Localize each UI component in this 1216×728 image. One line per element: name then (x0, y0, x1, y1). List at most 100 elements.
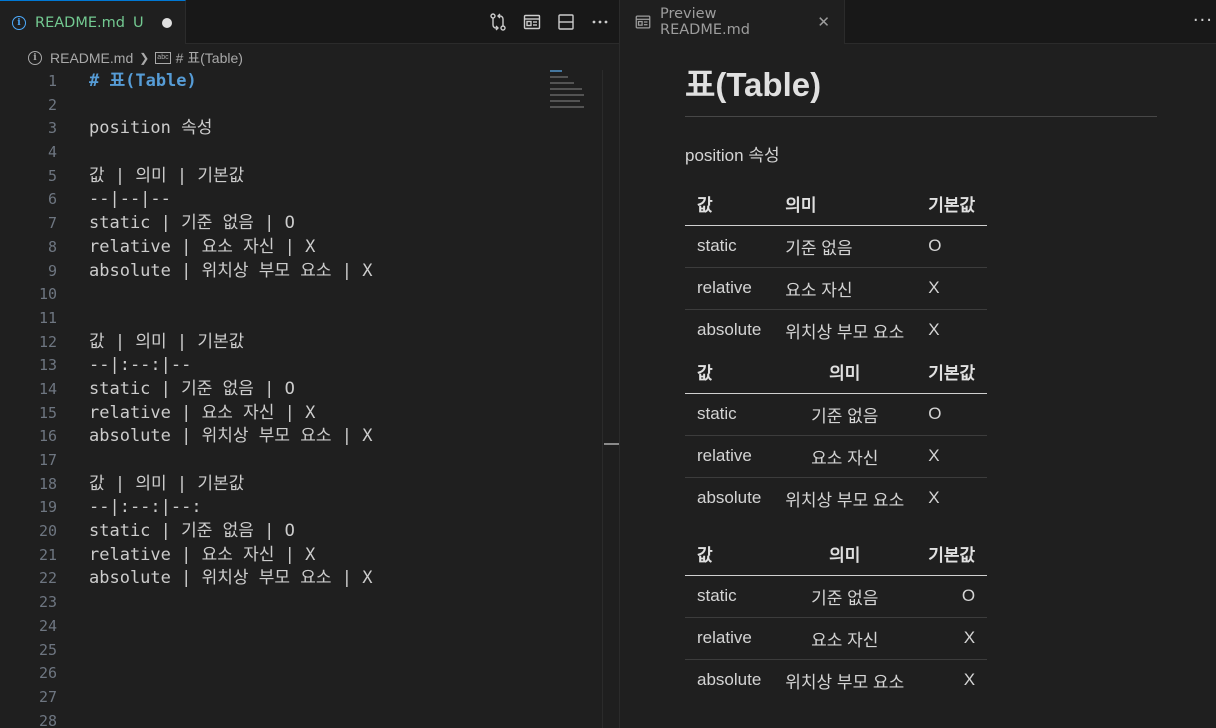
code-line[interactable]: 19 --|:--:|--: (0, 496, 600, 520)
table-cell: static (685, 393, 774, 436)
table-row: static 기준 없음 O (685, 393, 988, 436)
line-number: 21 (38, 545, 57, 564)
code-line[interactable]: 14 static | 기준 없음 | O (0, 378, 600, 402)
line-number: 8 (47, 237, 57, 256)
preview-icon (634, 13, 652, 31)
scrollbar-thumb[interactable] (604, 443, 619, 445)
line-number: 15 (38, 403, 57, 422)
code-line[interactable]: 16 absolute | 위치상 부모 요소 | X (0, 425, 600, 449)
breadcrumb-file[interactable]: README.md (50, 50, 133, 66)
tab-readme[interactable]: i README.md U (0, 0, 186, 44)
line-number: 14 (38, 379, 57, 398)
code-editor[interactable]: 1 # 표(Table) 2 3 position 속성 4 5 값 | 의미 | 기본값 6-… (0, 70, 600, 728)
vertical-scrollbar[interactable] (602, 70, 619, 728)
more-actions-icon[interactable] (589, 11, 611, 33)
code-line[interactable]: 1 # 표(Table) (0, 70, 600, 94)
code-line[interactable]: 8 relative | 요소 자신 | X (0, 236, 600, 260)
code-line[interactable]: 18 값 | 의미 | 기본값 (0, 473, 600, 497)
table-row: relative 요소 자신 X (685, 267, 988, 310)
line-number: 11 (38, 308, 57, 327)
code-line[interactable]: 9 absolute | 위치상 부모 요소 | X (0, 260, 600, 284)
line-number: 6 (47, 190, 57, 209)
minimap[interactable] (550, 70, 590, 120)
table-cell: absolute (697, 488, 762, 508)
preview-tab-title: Preview README.md (660, 6, 750, 38)
close-icon[interactable]: ✕ (817, 13, 830, 31)
info-icon: i (28, 51, 42, 65)
table-row: absolute 위치상 부모 요소 X (685, 477, 987, 519)
code-line-text: --|--|-- (89, 189, 171, 210)
code-line-text: --|:--:|-- (89, 355, 192, 376)
code-line[interactable]: 3 position 속성 (0, 117, 600, 141)
table-cell: 위치상 부모 요소 (785, 490, 905, 510)
code-line-text: relative | 요소 자신 | X (89, 544, 316, 565)
info-icon: i (12, 15, 26, 30)
code-line-text: static | 기준 없음 | O (89, 521, 295, 542)
code-line[interactable]: 15 relative | 요소 자신 | X (0, 402, 600, 426)
code-line[interactable]: 21 relative | 요소 자신 | X (0, 544, 600, 568)
table-cell: relative (685, 617, 774, 660)
code-line[interactable]: 27 (0, 686, 600, 710)
table-cell: absolute (697, 670, 762, 690)
table-header: 값 (685, 533, 774, 576)
code-line[interactable]: 26 (0, 662, 600, 686)
table-cell: 기준 없음 (773, 393, 917, 436)
code-line[interactable]: 24 (0, 615, 600, 639)
code-line[interactable]: 2 (0, 94, 600, 118)
table-cell: X (963, 670, 976, 690)
table-cell: O (916, 225, 988, 268)
table-cell: relative (685, 435, 774, 478)
table-cell: 요소 자신 (773, 435, 917, 478)
code-line[interactable]: 11 (0, 307, 600, 331)
line-number: 23 (38, 593, 57, 612)
table-cell: 기준 없음 (773, 225, 917, 268)
code-line[interactable]: 13 --|:--:|-- (0, 354, 600, 378)
line-number: 9 (47, 261, 57, 280)
source-control-compare-icon[interactable] (487, 11, 509, 33)
code-line[interactable]: 25 (0, 639, 600, 663)
code-line[interactable]: 28 (0, 710, 600, 728)
line-number: 17 (38, 451, 57, 469)
table-cell: 요소 자신 (773, 617, 917, 660)
table-header: 값 (685, 183, 774, 226)
code-line[interactable]: 20 static | 기준 없음 | O (0, 520, 600, 544)
line-number: 2 (47, 95, 57, 114)
line-number: 22 (38, 569, 57, 588)
line-number: 18 (38, 474, 57, 493)
code-line[interactable]: 22 absolute | 위치상 부모 요소 | X (0, 567, 600, 591)
table-cell: X (916, 435, 988, 478)
table-cell: 위치상 부모 요소 (785, 322, 905, 342)
table-header: 기본값 (916, 533, 988, 576)
more-actions-icon[interactable]: ··· (1193, 10, 1213, 31)
table-row: absolute 위치상 부모 요소 X (685, 309, 987, 351)
line-number: 5 (47, 166, 57, 185)
open-preview-icon[interactable] (521, 11, 543, 33)
code-line-text: relative | 요소 자신 | X (89, 402, 316, 423)
preview-pane: Preview README.md ✕ ··· 표(Table) positio… (619, 0, 1216, 728)
editor-tab-bar: i README.md U (0, 0, 619, 44)
table-cell: static (685, 575, 774, 618)
code-line-text: position 속성 (89, 118, 213, 139)
line-number: 16 (38, 427, 57, 446)
code-line[interactable]: 12 값 | 의미 | 기본값 (0, 331, 600, 355)
code-line[interactable]: 10 (0, 283, 600, 307)
code-line[interactable]: 7 static | 기준 없음 | O (0, 212, 600, 236)
code-line-text: # 표(Table) (89, 71, 197, 91)
unsaved-dot-icon[interactable] (161, 17, 172, 28)
code-line[interactable]: 5 값 | 의미 | 기본값 (0, 165, 600, 189)
table-header: 값 (685, 351, 774, 394)
line-number: 4 (47, 143, 57, 162)
split-editor-icon[interactable] (555, 11, 577, 33)
string-symbol-icon: abc (155, 52, 171, 64)
table-cell: O (916, 393, 988, 436)
code-line[interactable]: 4 (0, 141, 600, 165)
table-row: static 기준 없음 O (685, 575, 988, 618)
code-line[interactable]: 17 (0, 449, 600, 473)
code-line[interactable]: 6 --|--|-- (0, 188, 600, 212)
code-line-text: static | 기준 없음 | O (89, 213, 295, 234)
code-line[interactable]: 23 (0, 591, 600, 615)
tab-preview-readme[interactable]: Preview README.md ✕ (620, 0, 845, 44)
breadcrumb-symbol[interactable]: # 표(Table) (176, 48, 243, 68)
markdown-preview: 표(Table) position 속성 값 의미 기본값 static 기준 … (685, 58, 1157, 701)
preview-paragraph: position 속성 (685, 146, 780, 165)
